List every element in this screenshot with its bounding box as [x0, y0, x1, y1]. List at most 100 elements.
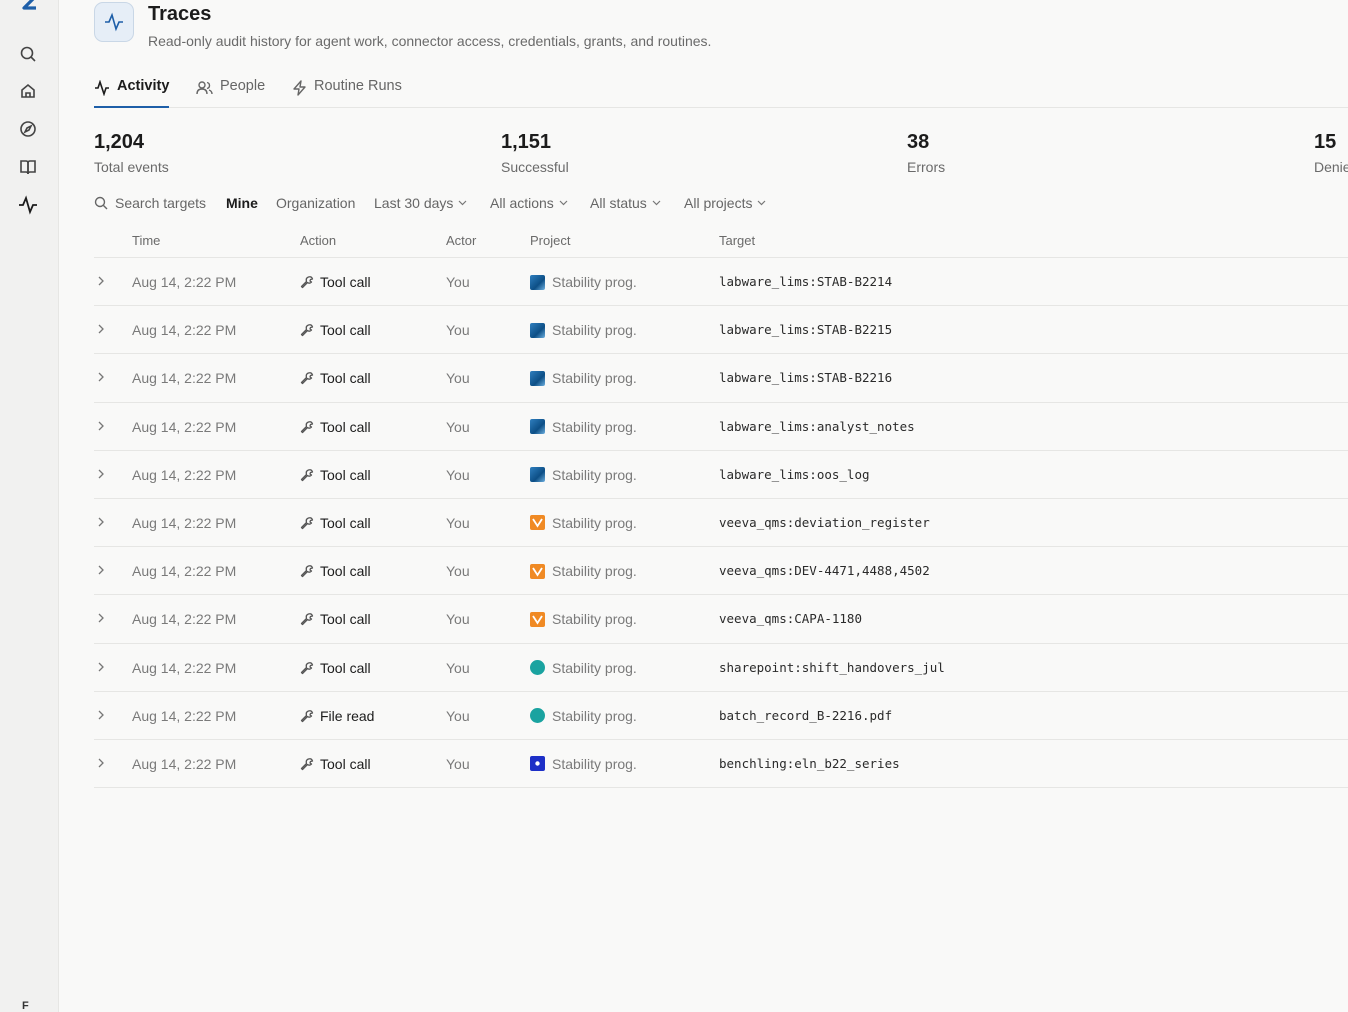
labware-icon — [530, 467, 545, 483]
row-action: Tool call — [300, 467, 371, 483]
chevron-right-icon[interactable] — [97, 276, 105, 286]
status-dropdown[interactable]: All status — [590, 195, 661, 211]
row-actor: You — [446, 563, 470, 580]
chevron-right-icon[interactable] — [97, 710, 105, 720]
chevron-right-icon[interactable] — [97, 517, 105, 527]
search-icon — [94, 196, 108, 210]
column-header-target: Target — [719, 233, 756, 248]
row-actor: You — [446, 418, 470, 435]
stat-label: Errors — [907, 159, 946, 175]
row-target: labware_lims:STAB-B2214 — [719, 274, 893, 289]
row-time: Aug 14, 2:22 PM — [132, 418, 237, 435]
row-project: Stability prog. — [530, 370, 637, 386]
row-action-label: Tool call — [320, 563, 371, 580]
compass-icon[interactable] — [17, 118, 39, 140]
row-action-label: Tool call — [320, 370, 371, 387]
row-time: Aug 14, 2:22 PM — [132, 370, 237, 387]
row-action-label: Tool call — [320, 274, 371, 290]
table-row[interactable]: Aug 14, 2:22 PM Tool call You Stability … — [94, 403, 1348, 451]
table-row[interactable]: Aug 14, 2:22 PM File read You Stability … — [94, 692, 1348, 740]
row-project-label: Stability prog. — [552, 755, 637, 772]
projects-dropdown[interactable]: All projects — [684, 195, 766, 211]
labware-icon — [530, 274, 545, 290]
wrench-icon — [300, 468, 314, 481]
wrench-icon — [300, 517, 314, 530]
row-actor: You — [446, 755, 470, 772]
actions-dropdown[interactable]: All actions — [490, 195, 568, 211]
row-time: Aug 14, 2:22 PM — [132, 514, 237, 531]
table-row[interactable]: Aug 14, 2:22 PM Tool call You Stability … — [94, 258, 1348, 307]
row-time: Aug 14, 2:22 PM — [132, 755, 237, 772]
tab-activity[interactable]: Activity — [94, 78, 170, 108]
row-project-label: Stability prog. — [552, 322, 637, 339]
column-header-project: Project — [530, 233, 571, 248]
chevron-right-icon[interactable] — [97, 758, 105, 768]
user-initial[interactable]: F — [22, 1000, 29, 1012]
row-action: Tool call — [300, 274, 371, 290]
chevron-right-icon[interactable] — [97, 662, 105, 672]
row-project: Stability prog. — [530, 419, 637, 435]
tab-people[interactable]: People — [196, 78, 265, 108]
tab-routine-runs[interactable]: Routine Runs — [292, 78, 402, 108]
row-time: Aug 14, 2:22 PM — [132, 274, 237, 290]
search-input[interactable]: Search targets — [94, 195, 206, 211]
row-target: veeva_qms:DEV-4471,4488,4502 — [719, 563, 930, 579]
row-action-label: File read — [320, 707, 375, 724]
table-row[interactable]: Aug 14, 2:22 PM Tool call You Stability … — [94, 740, 1348, 789]
row-actor: You — [446, 274, 470, 290]
book-icon[interactable] — [17, 156, 39, 178]
chevron-right-icon[interactable] — [97, 469, 105, 479]
row-target: labware_lims:STAB-B2215 — [719, 322, 893, 338]
sidebar: F — [0, 0, 59, 1012]
stat-total-events: 1,204 Total events — [94, 131, 169, 175]
row-target: veeva_qms:deviation_register — [719, 514, 930, 530]
page-title: Traces — [148, 3, 212, 25]
row-action: Tool call — [300, 322, 371, 338]
row-project-label: Stability prog. — [552, 707, 637, 724]
search-icon[interactable] — [17, 43, 39, 65]
filter-mine[interactable]: Mine — [226, 195, 258, 211]
table-row[interactable]: Aug 14, 2:22 PM Tool call You Stability … — [94, 354, 1348, 403]
row-project: Stability prog. — [530, 563, 637, 579]
app-logo[interactable] — [16, 0, 40, 16]
projects-label: All projects — [684, 195, 753, 211]
row-target: labware_lims:oos_log — [719, 466, 870, 482]
chevron-right-icon[interactable] — [97, 372, 105, 382]
row-actor: You — [446, 370, 470, 387]
row-target: sharepoint:shift_handovers_jul — [719, 659, 945, 675]
column-header-time: Time — [132, 233, 161, 248]
row-time: Aug 14, 2:22 PM — [132, 466, 237, 483]
activity-icon[interactable] — [17, 194, 39, 216]
row-project-label: Stability prog. — [552, 563, 637, 580]
chevron-down-icon — [758, 200, 766, 206]
table-row[interactable]: Aug 14, 2:22 PM Tool call You Stability … — [94, 451, 1348, 499]
chevron-right-icon[interactable] — [97, 324, 105, 334]
wrench-icon — [300, 661, 314, 674]
row-actor: You — [446, 659, 470, 676]
tab-people-label: People — [220, 78, 266, 94]
row-target: batch_record_B-2216.pdf — [719, 707, 893, 723]
table-row[interactable]: Aug 14, 2:22 PM Tool call You Stability … — [94, 306, 1348, 355]
chevron-right-icon[interactable] — [97, 613, 105, 623]
date-range-dropdown[interactable]: Last 30 days — [374, 195, 467, 211]
table-row[interactable]: Aug 14, 2:22 PM Tool call You Stability … — [94, 644, 1348, 692]
row-time: Aug 14, 2:22 PM — [132, 563, 237, 580]
row-project-label: Stability prog. — [552, 370, 637, 387]
table-row[interactable]: Aug 14, 2:22 PM Tool call You Stability … — [94, 595, 1348, 644]
filter-organization[interactable]: Organization — [276, 195, 355, 211]
home-icon[interactable] — [17, 80, 39, 102]
traces-table: Time Action Actor Project Target Aug 14,… — [94, 224, 1348, 789]
row-target: labware_lims:analyst_notes — [719, 418, 915, 434]
chevron-right-icon[interactable] — [97, 565, 105, 575]
row-project: Stability prog. — [530, 611, 637, 627]
row-actor: You — [446, 322, 470, 339]
row-action: Tool call — [300, 660, 371, 676]
chevron-right-icon[interactable] — [97, 421, 105, 431]
row-action: Tool call — [300, 370, 371, 386]
row-project: Stability prog. — [530, 515, 637, 531]
sharepoint-icon — [530, 660, 545, 675]
date-range-label: Last 30 days — [374, 195, 454, 211]
page-subtitle: Read-only audit history for agent work, … — [148, 33, 712, 49]
table-row[interactable]: Aug 14, 2:22 PM Tool call You Stability … — [94, 547, 1348, 596]
table-row[interactable]: Aug 14, 2:22 PM Tool call You Stability … — [94, 499, 1348, 548]
